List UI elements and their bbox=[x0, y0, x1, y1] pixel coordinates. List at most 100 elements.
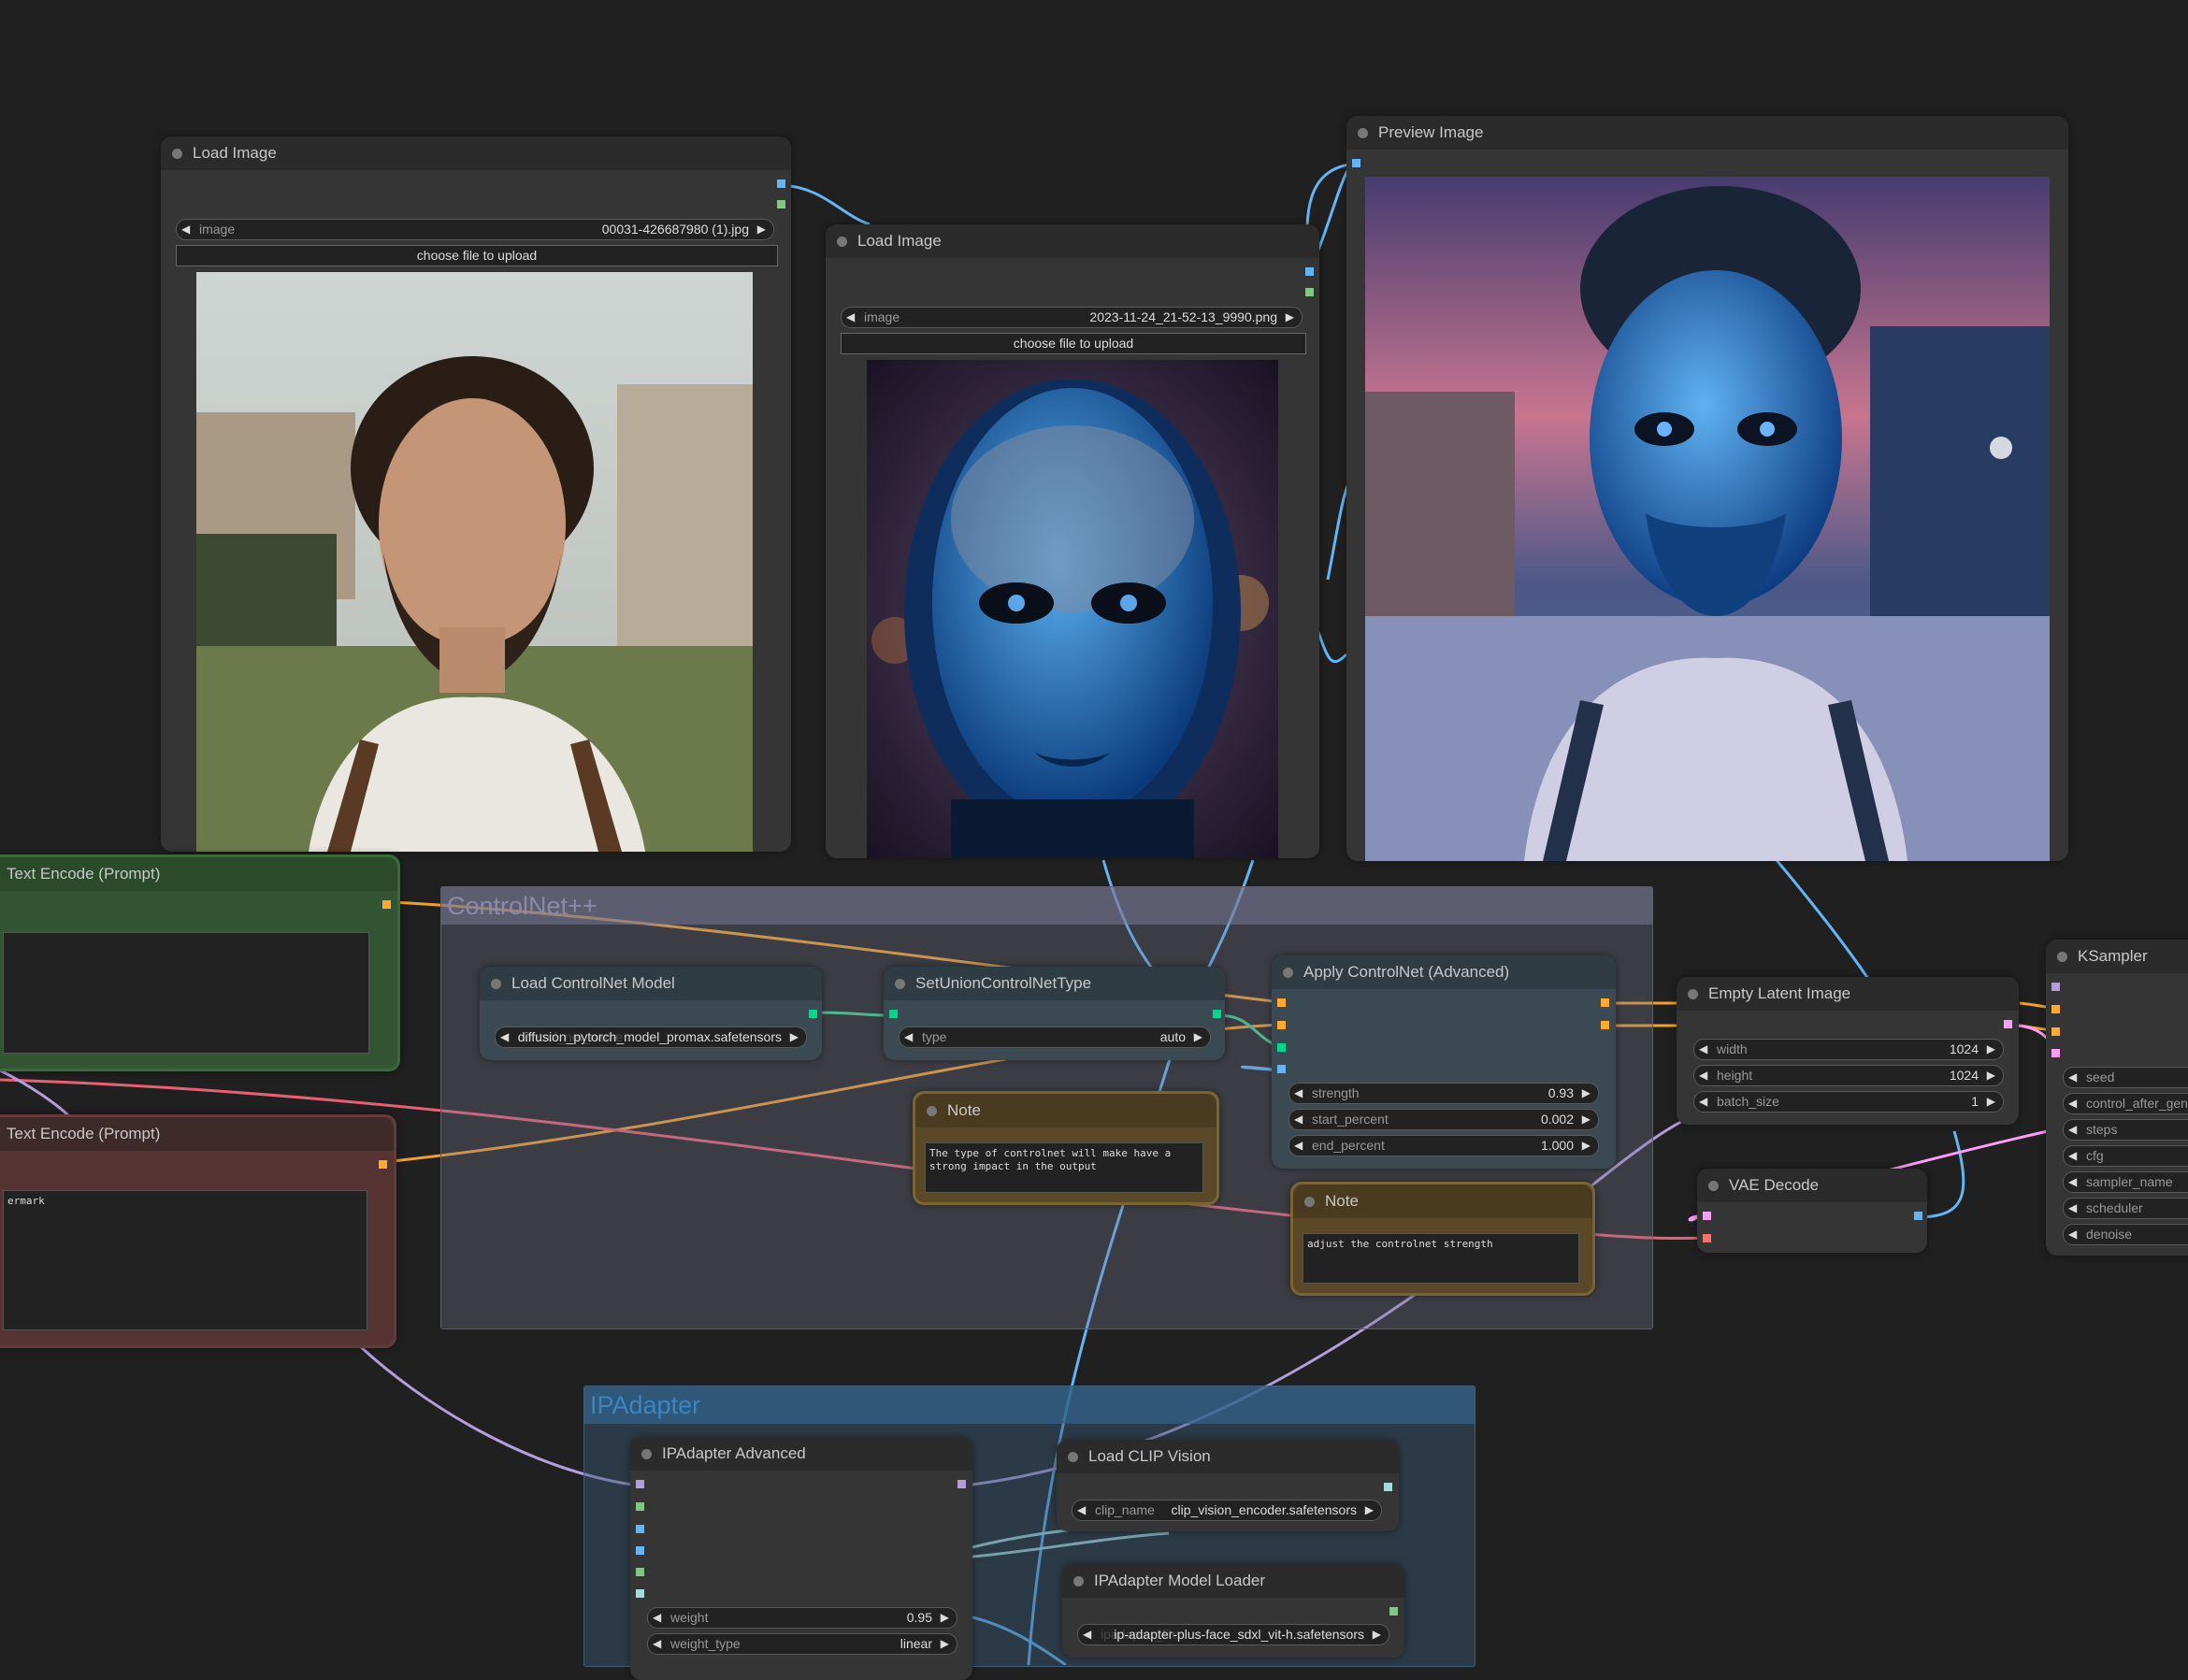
node-title[interactable]: Load Image bbox=[161, 136, 791, 170]
input-slot-ipadapter[interactable] bbox=[636, 1502, 644, 1511]
input-slot-clip-vision[interactable] bbox=[636, 1589, 644, 1598]
output-slot-control-net[interactable] bbox=[1213, 1010, 1221, 1018]
steps-input[interactable]: ◀ steps bbox=[2063, 1119, 2188, 1141]
node-title[interactable]: Preview Image bbox=[1346, 116, 2068, 150]
output-slot-positive[interactable] bbox=[1601, 998, 1609, 1007]
weight-type-combo[interactable]: ◀ weight_type linear ▶ bbox=[647, 1633, 957, 1655]
output-slot-image[interactable] bbox=[1914, 1212, 1922, 1220]
decrement-arrow-icon[interactable]: ◀ bbox=[1294, 1084, 1303, 1103]
node-title[interactable]: IPAdapter Model Loader bbox=[1062, 1564, 1404, 1598]
image-combo[interactable]: ◀ image 00031-426687980 (1).jpg ▶ bbox=[176, 219, 774, 240]
input-slot-positive[interactable] bbox=[1277, 998, 1286, 1007]
decrement-arrow-icon[interactable]: ◀ bbox=[500, 1027, 509, 1047]
controlnet-name-combo[interactable]: ◀ control_net_name diffusion_pytorch_mod… bbox=[495, 1027, 807, 1048]
height-input[interactable]: ◀ height 1024 ▶ bbox=[1693, 1065, 2004, 1086]
collapse-dot[interactable] bbox=[2057, 952, 2067, 962]
increment-arrow-icon[interactable]: ▶ bbox=[1365, 1501, 1374, 1520]
output-slot-conditioning[interactable] bbox=[382, 900, 391, 909]
start-percent-slider[interactable]: ◀ start_percent 0.002 ▶ bbox=[1288, 1109, 1599, 1130]
node-title[interactable]: Load Image bbox=[826, 224, 1319, 258]
increment-arrow-icon[interactable]: ▶ bbox=[1194, 1027, 1202, 1047]
upload-button[interactable]: choose file to upload bbox=[841, 333, 1306, 354]
collapse-dot[interactable] bbox=[837, 237, 847, 247]
note-textarea[interactable]: adjust the controlnet strength bbox=[1303, 1233, 1579, 1284]
input-slot-control-net[interactable] bbox=[1277, 1043, 1286, 1052]
collapse-dot[interactable] bbox=[491, 979, 501, 989]
decrement-arrow-icon[interactable]: ◀ bbox=[653, 1634, 661, 1654]
output-slot-image[interactable] bbox=[1305, 267, 1314, 276]
node-text-encode-positive[interactable]: Text Encode (Prompt) bbox=[0, 854, 400, 1071]
node-ipadapter-advanced[interactable]: IPAdapter Advanced ◀ weight 0.95 ▶ ◀ wei… bbox=[630, 1437, 972, 1680]
output-slot-clip-vision[interactable] bbox=[1384, 1483, 1392, 1491]
node-empty-latent-image[interactable]: Empty Latent Image ◀ width 1024 ▶ ◀ heig… bbox=[1677, 977, 2019, 1125]
node-note-controlnet-strength[interactable]: Note adjust the controlnet strength bbox=[1290, 1182, 1595, 1296]
cfg-input[interactable]: ◀ cfg bbox=[2063, 1145, 2188, 1167]
collapse-dot[interactable] bbox=[172, 149, 182, 159]
node-title[interactable]: KSampler bbox=[2046, 940, 2188, 973]
node-load-image-2[interactable]: Load Image ◀ image 2023-11-24_21-52-13_9… bbox=[826, 224, 1319, 858]
output-slot-latent[interactable] bbox=[2004, 1020, 2012, 1028]
node-title[interactable]: Load ControlNet Model bbox=[480, 967, 822, 1000]
collapse-dot[interactable] bbox=[895, 979, 905, 989]
decrement-arrow-icon[interactable]: ◀ bbox=[2068, 1199, 2077, 1218]
node-text-encode-negative[interactable]: Text Encode (Prompt) ermark bbox=[0, 1114, 396, 1348]
node-ksampler[interactable]: KSampler ◀ seed ◀ control_after_gen ◀ st… bbox=[2046, 940, 2188, 1256]
denoise-input[interactable]: ◀ denoise bbox=[2063, 1224, 2188, 1245]
decrement-arrow-icon[interactable]: ◀ bbox=[2068, 1094, 2077, 1113]
decrement-arrow-icon[interactable]: ◀ bbox=[1083, 1625, 1091, 1644]
collapse-dot[interactable] bbox=[1283, 968, 1293, 978]
output-slot-mask[interactable] bbox=[1305, 288, 1314, 296]
increment-arrow-icon[interactable]: ▶ bbox=[1582, 1136, 1591, 1156]
decrement-arrow-icon[interactable]: ◀ bbox=[1294, 1110, 1303, 1129]
output-slot-ipadapter[interactable] bbox=[1389, 1607, 1398, 1615]
decrement-arrow-icon[interactable]: ◀ bbox=[2068, 1120, 2077, 1140]
node-set-union-controlnet-type[interactable]: SetUnionControlNetType ◀ type auto ▶ bbox=[884, 967, 1225, 1060]
decrement-arrow-icon[interactable]: ◀ bbox=[1699, 1066, 1707, 1085]
prompt-textarea[interactable] bbox=[3, 932, 369, 1054]
node-load-clip-vision[interactable]: Load CLIP Vision ◀ clip_name clip_vision… bbox=[1057, 1440, 1399, 1531]
decrement-arrow-icon[interactable]: ◀ bbox=[2068, 1225, 2077, 1244]
node-title[interactable]: Note bbox=[915, 1094, 1216, 1127]
node-title[interactable]: IPAdapter Advanced bbox=[630, 1437, 972, 1471]
node-note-controlnet-type[interactable]: Note The type of controlnet will make ha… bbox=[913, 1091, 1219, 1205]
control-after-generate-combo[interactable]: ◀ control_after_gen bbox=[2063, 1093, 2188, 1114]
output-slot-negative[interactable] bbox=[1601, 1021, 1609, 1029]
collapse-dot[interactable] bbox=[927, 1106, 937, 1116]
weight-slider[interactable]: ◀ weight 0.95 ▶ bbox=[647, 1607, 957, 1629]
output-slot-mask[interactable] bbox=[777, 200, 785, 208]
input-slot-vae[interactable] bbox=[1703, 1234, 1711, 1242]
prompt-textarea[interactable]: ermark bbox=[3, 1190, 367, 1330]
node-title[interactable]: Apply ControlNet (Advanced) bbox=[1272, 955, 1616, 989]
note-textarea[interactable]: The type of controlnet will make have a … bbox=[925, 1142, 1203, 1193]
node-title[interactable]: Text Encode (Prompt) bbox=[0, 857, 397, 891]
decrement-arrow-icon[interactable]: ◀ bbox=[846, 308, 855, 327]
increment-arrow-icon[interactable]: ▶ bbox=[1987, 1066, 1995, 1085]
seed-input[interactable]: ◀ seed bbox=[2063, 1067, 2188, 1088]
node-preview-image[interactable]: Preview Image bbox=[1346, 116, 2068, 861]
type-combo[interactable]: ◀ type auto ▶ bbox=[899, 1027, 1211, 1048]
input-slot-negative[interactable] bbox=[2051, 1027, 2060, 1036]
input-slot-model[interactable] bbox=[636, 1480, 644, 1488]
output-slot-conditioning[interactable] bbox=[379, 1160, 387, 1169]
collapse-dot[interactable] bbox=[1304, 1197, 1315, 1207]
decrement-arrow-icon[interactable]: ◀ bbox=[181, 220, 190, 239]
increment-arrow-icon[interactable]: ▶ bbox=[941, 1634, 949, 1654]
increment-arrow-icon[interactable]: ▶ bbox=[757, 220, 766, 239]
decrement-arrow-icon[interactable]: ◀ bbox=[1699, 1092, 1707, 1112]
increment-arrow-icon[interactable]: ▶ bbox=[941, 1608, 949, 1628]
decrement-arrow-icon[interactable]: ◀ bbox=[1699, 1040, 1707, 1059]
sampler-name-combo[interactable]: ◀ sampler_name bbox=[2063, 1171, 2188, 1193]
increment-arrow-icon[interactable]: ▶ bbox=[1286, 308, 1294, 327]
collapse-dot[interactable] bbox=[1708, 1181, 1719, 1191]
increment-arrow-icon[interactable]: ▶ bbox=[790, 1027, 799, 1047]
node-load-image-1[interactable]: Load Image ◀ image 00031-426687980 (1).j… bbox=[161, 136, 791, 852]
decrement-arrow-icon[interactable]: ◀ bbox=[1077, 1501, 1086, 1520]
increment-arrow-icon[interactable]: ▶ bbox=[1987, 1092, 1995, 1112]
strength-slider[interactable]: ◀ strength 0.93 ▶ bbox=[1288, 1083, 1599, 1104]
output-slot-model[interactable] bbox=[957, 1480, 966, 1488]
increment-arrow-icon[interactable]: ▶ bbox=[1582, 1110, 1591, 1129]
increment-arrow-icon[interactable]: ▶ bbox=[1373, 1625, 1381, 1644]
decrement-arrow-icon[interactable]: ◀ bbox=[653, 1608, 661, 1628]
scheduler-combo[interactable]: ◀ scheduler bbox=[2063, 1198, 2188, 1219]
node-vae-decode[interactable]: VAE Decode bbox=[1697, 1169, 1927, 1253]
